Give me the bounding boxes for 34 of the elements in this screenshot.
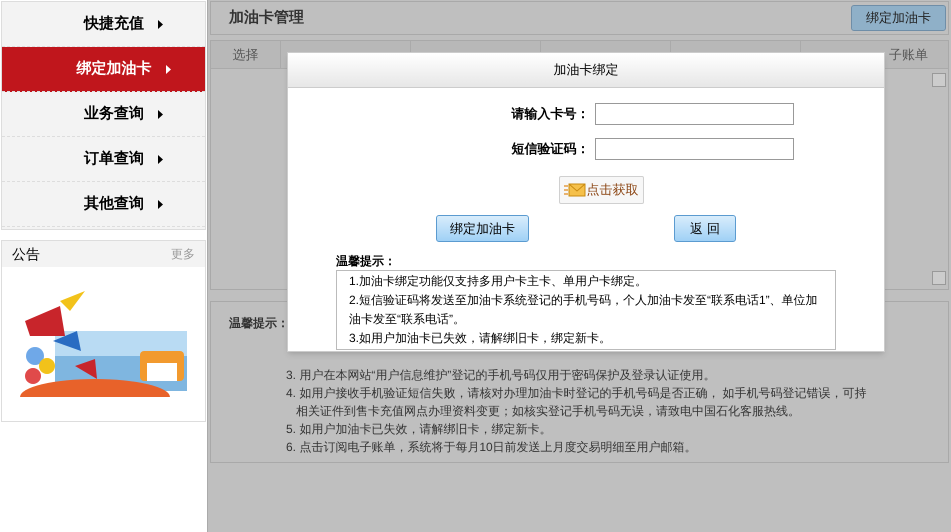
tip-text: 3. 用户在本网站“用户信息维护”登记的手机号码仅用于密码保护及登录认证使用。 bbox=[286, 367, 716, 384]
arrow-icon bbox=[158, 110, 163, 118]
arrow-icon bbox=[158, 154, 163, 164]
arrow-icon bbox=[166, 64, 170, 74]
text-input[interactable] bbox=[595, 102, 794, 124]
scroll-up-icon[interactable] bbox=[932, 73, 946, 87]
text-input[interactable] bbox=[595, 138, 794, 160]
tip-text: 2.短信验证码将发送至加油卡系统登记的手机号码，个人加油卡发至“联系电话1”、单位加油卡发至“联系电话”。 bbox=[349, 292, 819, 328]
notice-title: 公告 bbox=[12, 244, 40, 264]
column-header: 选择 bbox=[232, 46, 258, 64]
arrow-icon bbox=[158, 200, 163, 208]
envelope-icon bbox=[564, 183, 586, 197]
sidebar-item[interactable]: 绑定加油卡 bbox=[2, 47, 205, 92]
tip-text: 3.如用户加油卡已失效，请解绑旧卡，绑定新卡。 bbox=[349, 330, 612, 347]
bind-card-button[interactable]: 绑定加油卡 bbox=[851, 5, 946, 31]
tip-text: 5. 如用户加油卡已失效，请解绑旧卡，绑定新卡。 bbox=[286, 421, 552, 438]
tip-text: 4. 如用户接收手机验证短信失败，请核对办理加油卡时登记的手机号码是否正确， 如手机号码登记错误，可持相关证件到售卡充值网点办理资料变更；如核实登记手机号码无误，请致电中国石化客服热线。 bbox=[286, 385, 868, 420]
field-label: 请输入卡号： bbox=[510, 104, 590, 123]
tip-text: 1.加油卡绑定功能仅支持多用户卡主卡、单用户卡绑定。 bbox=[349, 273, 648, 290]
get-code-button[interactable]: 点击获取 bbox=[558, 176, 644, 204]
field-label: 短信验证码： bbox=[510, 140, 590, 158]
arrow-icon bbox=[158, 20, 163, 28]
page-title: 加油卡管理 bbox=[229, 8, 304, 28]
dialog-title: 加油卡绑定 bbox=[554, 61, 618, 80]
bind-card-button[interactable]: 绑定加油卡 bbox=[436, 215, 529, 242]
scroll-down-icon[interactable] bbox=[932, 271, 946, 285]
tip-text: 6. 点击订阅电子账单，系统将于每月10日前发送上月度交易明细至用户邮箱。 bbox=[286, 439, 698, 456]
tips-title: 温馨提示： bbox=[336, 253, 397, 270]
column-header: 子账单 bbox=[889, 46, 928, 64]
back-button[interactable]: 返 回 bbox=[674, 215, 736, 242]
sidebar-item[interactable]: 其他查询 bbox=[2, 182, 205, 227]
sidebar-item[interactable]: 业务查询 bbox=[2, 92, 205, 137]
tips-title: 温馨提示： bbox=[229, 315, 289, 332]
sidebar-item[interactable]: 订单查询 bbox=[2, 137, 205, 182]
